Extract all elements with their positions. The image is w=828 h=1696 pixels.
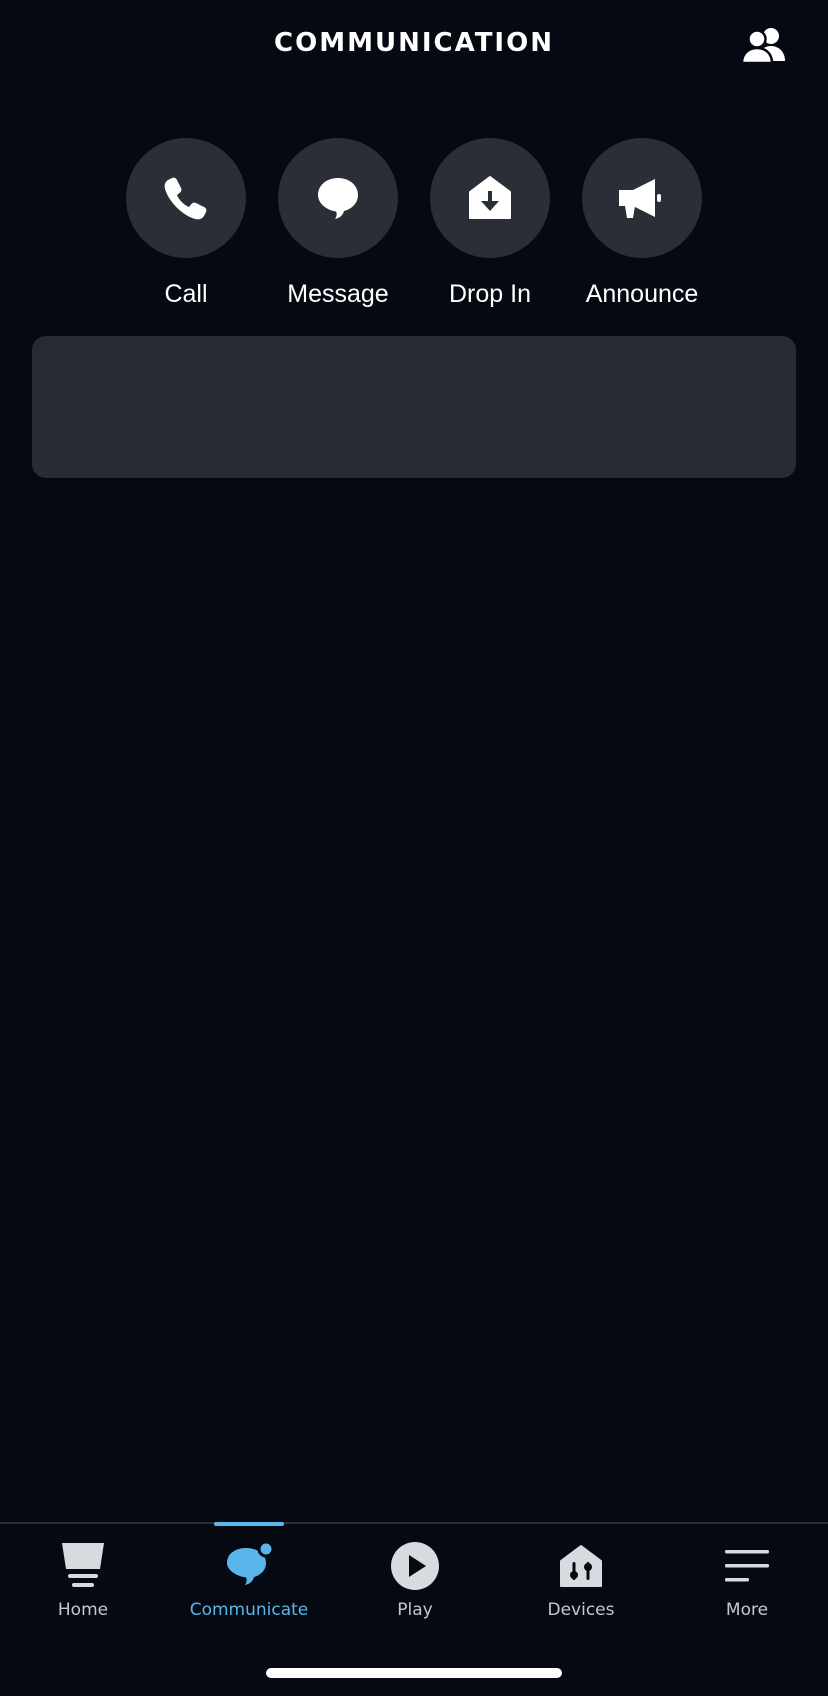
- nav-item-play[interactable]: Play: [332, 1524, 498, 1644]
- message-button[interactable]: Message: [262, 138, 414, 309]
- active-tab-indicator: [214, 1522, 284, 1526]
- play-icon: [389, 1540, 441, 1592]
- contacts-button[interactable]: [736, 20, 792, 70]
- nav-label-home: Home: [57, 1600, 109, 1620]
- call-circle: [126, 138, 246, 258]
- megaphone-icon: [619, 179, 661, 218]
- call-button[interactable]: Call: [110, 138, 262, 309]
- message-circle: [278, 138, 398, 258]
- communication-screen: COMMUNICATION Call Message Drop In Annou…: [0, 0, 828, 1696]
- announce-circle: [582, 138, 702, 258]
- home-icon: [57, 1540, 109, 1592]
- drop-in-button[interactable]: Drop In: [414, 138, 566, 309]
- drop-in-label: Drop In: [449, 280, 531, 308]
- nav-label-devices: Devices: [547, 1600, 615, 1620]
- drop-in-house-icon: [469, 176, 511, 219]
- nav-label-more: More: [725, 1600, 769, 1620]
- message-label: Message: [287, 280, 389, 308]
- call-label: Call: [164, 280, 208, 308]
- home-indicator[interactable]: [266, 1668, 562, 1678]
- nav-item-home[interactable]: Home: [0, 1524, 166, 1644]
- devices-icon: [555, 1540, 607, 1592]
- menu-icon: [721, 1540, 773, 1592]
- drop-in-circle: [430, 138, 550, 258]
- communication-actions: Call Message Drop In Announce: [0, 138, 828, 308]
- nav-label-communicate: Communicate: [189, 1600, 309, 1620]
- nav-item-devices[interactable]: Devices: [498, 1524, 664, 1644]
- communicate-icon: [223, 1540, 275, 1592]
- page-title: COMMUNICATION: [274, 28, 554, 58]
- phone-icon: [164, 177, 207, 220]
- notice-card[interactable]: [32, 336, 796, 478]
- header: COMMUNICATION: [0, 0, 828, 90]
- announce-label: Announce: [585, 280, 699, 308]
- contacts-icon: [740, 28, 785, 65]
- announce-button[interactable]: Announce: [566, 138, 718, 309]
- nav-item-more[interactable]: More: [664, 1524, 828, 1644]
- speech-bubble-icon: [318, 178, 358, 219]
- nav-item-communicate[interactable]: Communicate: [166, 1522, 332, 1644]
- nav-label-play: Play: [397, 1600, 433, 1620]
